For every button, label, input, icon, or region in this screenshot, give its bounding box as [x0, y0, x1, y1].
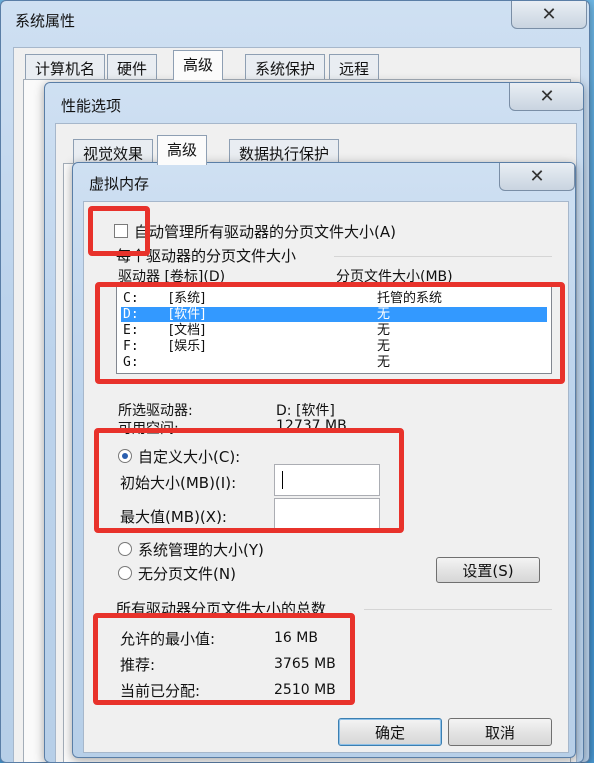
virtual-memory-close-button[interactable]: ✕ — [499, 163, 575, 191]
paging-group-line — [334, 256, 552, 257]
system-properties-close-button[interactable]: ✕ — [511, 1, 587, 29]
selected-drive-value: D: [软件] — [276, 403, 335, 419]
tab-computer-name[interactable]: 计算机名 — [25, 54, 106, 80]
auto-manage-label: 自动管理所有驱动器的分页文件大小(A) — [134, 223, 396, 241]
tab-advanced[interactable]: 高级 — [173, 50, 224, 80]
selected-drive-label: 所选驱动器: — [118, 403, 193, 419]
performance-options-close-button[interactable]: ✕ — [509, 83, 583, 111]
virtual-memory-title: 虚拟内存 — [89, 175, 150, 193]
tab-remote[interactable]: 远程 — [329, 54, 380, 80]
annotation-box-totals — [93, 613, 355, 705]
system-managed-radio[interactable] — [118, 542, 132, 556]
ok-button[interactable]: 确定 — [338, 718, 442, 746]
annotation-box-drive-list — [95, 282, 565, 384]
totals-group-line — [364, 609, 552, 610]
annotation-box-custom-size — [94, 428, 404, 533]
close-icon: ✕ — [529, 166, 545, 187]
close-icon: ✕ — [541, 4, 557, 25]
set-button[interactable]: 设置(S) — [436, 557, 540, 583]
close-icon: ✕ — [539, 86, 555, 107]
no-paging-label: 无分页文件(N) — [138, 565, 236, 583]
no-paging-radio[interactable] — [118, 566, 132, 580]
system-managed-label: 系统管理的大小(Y) — [138, 541, 264, 559]
tab-system-protection[interactable]: 系统保护 — [245, 54, 326, 80]
performance-options-title: 性能选项 — [61, 97, 122, 115]
tab-hardware[interactable]: 硬件 — [107, 54, 158, 80]
tab-perf-advanced[interactable]: 高级 — [157, 135, 208, 165]
cancel-button[interactable]: 取消 — [448, 718, 552, 746]
system-properties-title: 系统属性 — [15, 12, 76, 30]
annotation-box-checkbox — [88, 206, 150, 256]
